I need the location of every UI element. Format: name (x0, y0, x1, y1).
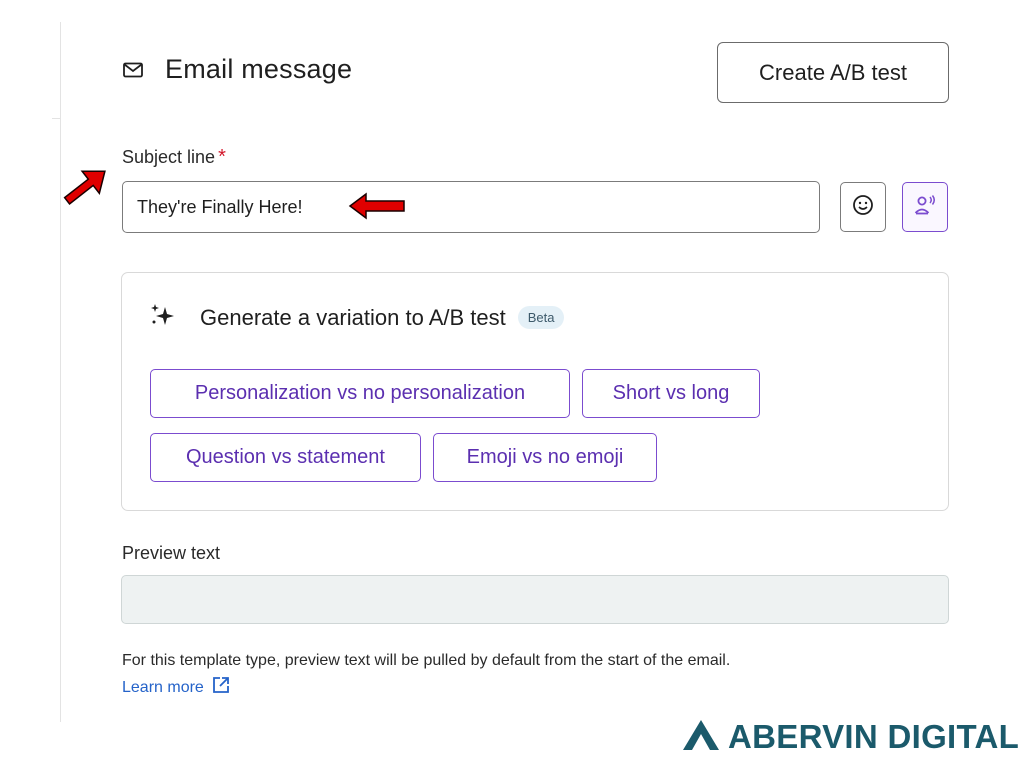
voice-personalization-button[interactable] (902, 182, 948, 232)
emoji-picker-button[interactable] (840, 182, 886, 232)
required-marker: * (218, 146, 226, 168)
voice-person-icon (913, 194, 937, 221)
envelope-icon (123, 62, 143, 78)
learn-more-link[interactable]: Learn more (122, 676, 230, 699)
external-link-icon (212, 676, 230, 699)
chip-question-vs-statement[interactable]: Question vs statement (150, 433, 421, 482)
subject-line-label: Subject line * (122, 146, 226, 169)
ab-variation-header: Generate a variation to A/B test Beta (150, 303, 565, 332)
left-divider-tick (52, 118, 61, 119)
brand-watermark: ABERVIN DIGITAL (682, 718, 1019, 756)
preview-help-text: For this template type, preview text wil… (122, 652, 731, 669)
panel-header: Email message (123, 54, 352, 85)
create-ab-test-button[interactable]: Create A/B test (717, 42, 949, 103)
subject-line-label-text: Subject line (122, 147, 216, 167)
panel-title: Email message (165, 54, 353, 84)
beta-badge: Beta (517, 306, 565, 329)
annotation-arrow-label (63, 170, 106, 205)
smiley-icon (852, 194, 874, 221)
brand-logo-icon (682, 719, 720, 756)
left-divider (60, 22, 61, 722)
learn-more-label: Learn more (122, 678, 204, 696)
brand-name: ABERVIN DIGITAL (728, 718, 1020, 755)
chip-emoji-vs-no-emoji[interactable]: Emoji vs no emoji (433, 433, 657, 482)
subject-line-input[interactable] (122, 181, 820, 233)
ab-variation-title: Generate a variation to A/B test (200, 304, 506, 330)
preview-text-label: Preview text (122, 543, 221, 563)
preview-text-input[interactable] (121, 575, 949, 624)
sparkle-icon (150, 303, 176, 332)
chip-short-vs-long[interactable]: Short vs long (582, 369, 760, 418)
annotation-arrow-subject (348, 192, 405, 220)
chip-personalization[interactable]: Personalization vs no personalization (150, 369, 570, 418)
ab-variation-card: Generate a variation to A/B test Beta Pe… (121, 272, 949, 511)
